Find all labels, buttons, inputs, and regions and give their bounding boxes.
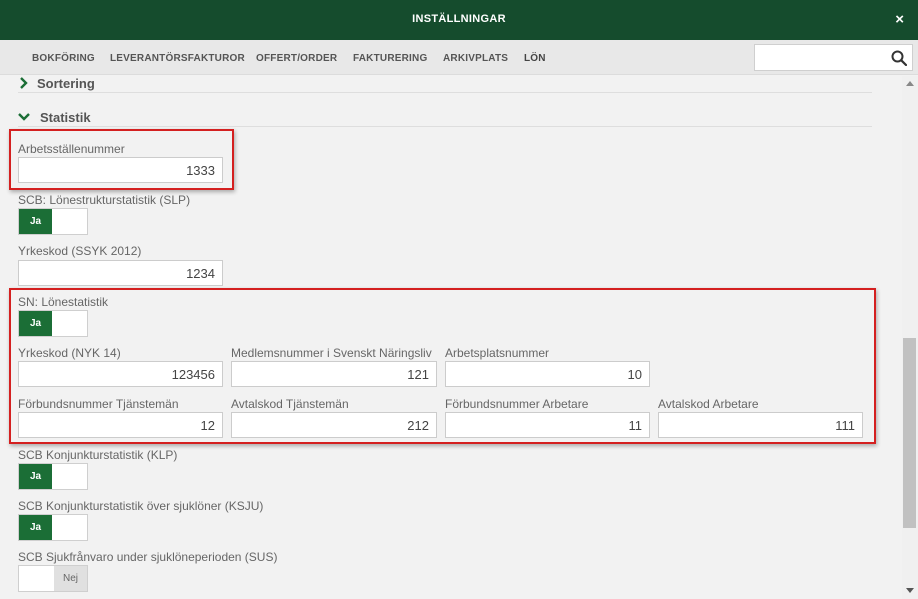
toggle-on-label: Ja [19,464,52,489]
toggle-on-label: Ja [19,209,52,234]
arbetsplatsnummer-label: Arbetsplatsnummer [445,346,550,360]
toggle-off-label: Nej [54,566,87,591]
divider [18,126,872,127]
tab-bokforing[interactable]: BOKFÖRING [32,53,95,64]
toggle-on-label: Ja [19,311,52,336]
ksju-label: SCB Konjunkturstatistik över sjuklöner (… [18,499,264,513]
arbetsstallenummer-input[interactable] [18,157,223,183]
close-icon[interactable]: × [895,12,904,28]
sn-label: SN: Lönestatistik [18,295,109,309]
avtal-arbetare-label: Avtalskod Arbetare [658,397,759,411]
tab-offert-order[interactable]: OFFERT/ORDER [256,53,337,64]
tab-leverantorsfakturor[interactable]: LEVERANTÖRSFAKTUROR [110,53,245,64]
search-box [754,44,913,71]
sn-toggle[interactable]: Ja [18,310,88,337]
chevron-down-icon [18,113,30,121]
klp-toggle[interactable]: Ja [18,463,88,490]
medlemsnummer-label: Medlemsnummer i Svenskt Näringsliv [231,346,432,360]
nyk-label: Yrkeskod (NYK 14) [18,346,121,360]
tab-arkivplats[interactable]: ARKIVPLATS [443,53,508,64]
scroll-up-icon[interactable] [906,81,914,86]
arbetsplatsnummer-input[interactable] [445,361,650,387]
slp-toggle[interactable]: Ja [18,208,88,235]
ssyk-input[interactable] [18,260,223,286]
forbund-tjansteman-label: Förbundsnummer Tjänstemän [18,397,179,411]
section-statistik-label: Statistik [40,110,91,125]
tab-fakturering[interactable]: FAKTURERING [353,53,427,64]
forbund-arbetare-label: Förbundsnummer Arbetare [445,397,589,411]
scrollbar-thumb[interactable] [903,338,916,528]
divider [18,92,872,93]
forbund-arbetare-input[interactable] [445,412,650,438]
klp-label: SCB Konjunkturstatistik (KLP) [18,448,178,462]
ssyk-label: Yrkeskod (SSYK 2012) [18,244,142,258]
section-sortering-label: Sortering [37,76,95,91]
scroll-down-icon[interactable] [906,588,914,593]
tab-lon[interactable]: LÖN [524,53,546,64]
search-input[interactable] [755,45,885,70]
scrollbar[interactable] [902,76,918,599]
ksju-toggle[interactable]: Ja [18,514,88,541]
slp-label: SCB: Lönestrukturstatistik (SLP) [18,193,191,207]
nyk-input[interactable] [18,361,223,387]
settings-content: Sortering Statistik Arbetsställenummer S… [0,76,902,599]
avtal-tjansteman-label: Avtalskod Tjänstemän [231,397,349,411]
avtal-arbetare-input[interactable] [658,412,863,438]
window-title: INSTÄLLNINGAR [412,13,506,25]
toggle-on-label: Ja [19,515,52,540]
avtal-tjansteman-input[interactable] [231,412,437,438]
title-bar: INSTÄLLNINGAR × [0,0,918,40]
sus-toggle[interactable]: Nej [18,565,88,592]
tab-bar: BOKFÖRING LEVERANTÖRSFAKTUROR OFFERT/ORD… [0,40,918,75]
forbund-tjansteman-input[interactable] [18,412,223,438]
search-icon[interactable] [891,50,907,66]
arbetsstallenummer-label: Arbetsställenummer [18,142,125,156]
sus-label: SCB Sjukfrånvaro under sjuklöneperioden … [18,550,278,564]
medlemsnummer-input[interactable] [231,361,437,387]
chevron-right-icon [20,77,28,89]
